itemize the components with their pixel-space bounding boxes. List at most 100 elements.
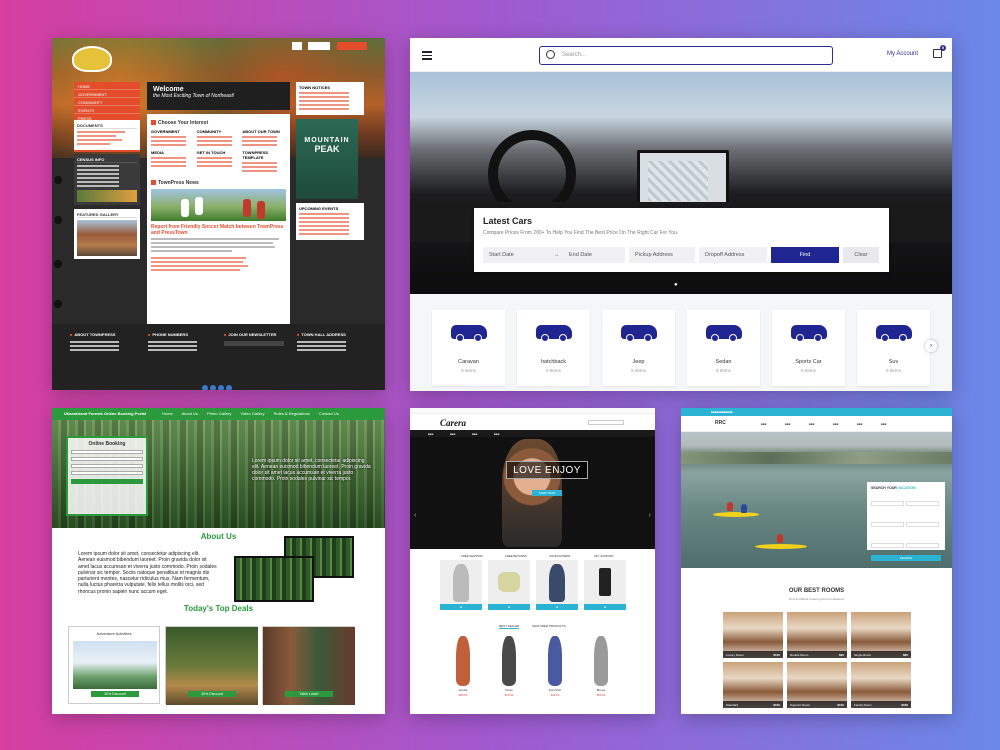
interest-column-title[interactable]: TOWNPRESS TEMPLATE bbox=[242, 150, 286, 160]
interest-column-title[interactable]: ABOUT OUR TOWN bbox=[242, 129, 286, 134]
car-rental-card[interactable]: Search... My Account 0 Latest Cars Compa… bbox=[410, 38, 952, 391]
submit-button[interactable] bbox=[71, 479, 143, 484]
hotel-booking-card[interactable]: ■■■■■■■■■■■■ RRC ■■■ ■■■ ■■■ ■■■ ■■■ ■■■… bbox=[681, 408, 952, 714]
news-title[interactable]: Report from Friendly Soccer Match betwee… bbox=[151, 224, 286, 236]
deal-button[interactable]: Table Lunch bbox=[285, 691, 333, 697]
clear-button[interactable]: Clear bbox=[843, 247, 879, 263]
search-input[interactable] bbox=[588, 420, 624, 425]
forest-booking-card[interactable]: Uttarakhand Forests Online Booking Porta… bbox=[52, 408, 385, 714]
home-icon[interactable] bbox=[54, 260, 62, 268]
product-tile[interactable]: ■ bbox=[536, 560, 578, 610]
dropoff-address-select[interactable]: Dropoff Address bbox=[699, 247, 767, 263]
children-select[interactable] bbox=[906, 522, 939, 527]
room-card[interactable]: Double Room $90 bbox=[787, 612, 847, 658]
nav-item[interactable]: ■■■ bbox=[761, 422, 766, 426]
nav-item[interactable]: HOME bbox=[74, 82, 140, 90]
search-box[interactable]: Search... bbox=[539, 46, 833, 65]
search-button[interactable]: SEARCH bbox=[871, 555, 941, 561]
chevron-left-icon[interactable]: ‹ bbox=[414, 512, 416, 519]
deal-button[interactable]: 30% Discount bbox=[91, 691, 139, 697]
category-card[interactable]: Caravan 5 Items bbox=[432, 310, 505, 386]
nav-link[interactable]: Photo Gallery bbox=[207, 411, 231, 416]
nav-item[interactable]: ■■■ bbox=[881, 422, 886, 426]
tab-featured[interactable]: FEATURED PRODUCTS bbox=[532, 624, 566, 628]
tab-best-seller[interactable]: BEST SELLER bbox=[499, 624, 520, 629]
home-icon[interactable] bbox=[54, 300, 62, 308]
nav-item[interactable]: ■■■ bbox=[494, 432, 499, 436]
instagram-icon[interactable] bbox=[226, 385, 232, 390]
product-card[interactable]: Dress $79.00 bbox=[490, 636, 528, 698]
hotel-logo[interactable]: RRC bbox=[715, 420, 726, 426]
nav-item[interactable]: ■■■ bbox=[857, 422, 862, 426]
interest-column-title[interactable]: GET IN TOUCH bbox=[197, 150, 241, 155]
home-icon[interactable] bbox=[54, 216, 62, 224]
facebook-icon[interactable] bbox=[202, 385, 208, 390]
forest-brand[interactable]: Uttarakhand Forests Online Booking Porta… bbox=[64, 411, 146, 416]
search-input[interactable] bbox=[336, 42, 367, 50]
deal-card[interactable]: Adventure Activities 30% Discount bbox=[68, 626, 160, 704]
shop-now-button[interactable]: SHOP NOW bbox=[532, 490, 562, 496]
home-icon[interactable] bbox=[54, 176, 62, 184]
search-icon[interactable] bbox=[292, 42, 302, 50]
category-card[interactable]: Jeep 5 Items bbox=[602, 310, 675, 386]
nav-link[interactable]: Contact Us bbox=[319, 411, 339, 416]
chevron-right-icon[interactable]: › bbox=[649, 512, 651, 519]
nav-link[interactable]: About Us bbox=[182, 411, 198, 416]
category-card[interactable]: Sedan 5 Items bbox=[687, 310, 760, 386]
carera-shop-card[interactable]: Carera ■■■ ■■■ ■■■ ■■■ ‹ › LOVE ENJOY SH… bbox=[410, 408, 655, 714]
checkout-field[interactable] bbox=[906, 501, 939, 506]
adults-select[interactable] bbox=[871, 522, 904, 527]
start-date-field[interactable]: Start Date bbox=[483, 247, 551, 263]
room-card[interactable]: Standard $100 bbox=[723, 662, 783, 708]
product-card[interactable]: Polo Shirt $49.00 bbox=[536, 636, 574, 698]
forest-photo[interactable] bbox=[234, 556, 314, 602]
newsletter-input[interactable] bbox=[224, 341, 284, 346]
end-date-field[interactable]: End Date bbox=[563, 247, 625, 263]
nav-item[interactable]: ■■■ bbox=[785, 422, 790, 426]
rooms-select[interactable] bbox=[871, 543, 904, 548]
google-icon[interactable] bbox=[218, 385, 224, 390]
checkin-field[interactable] bbox=[871, 501, 904, 506]
room-card[interactable]: Superior Room $150 bbox=[787, 662, 847, 708]
room-card[interactable]: Luxury Room $120 bbox=[723, 612, 783, 658]
carousel-dots[interactable]: ● bbox=[674, 282, 678, 288]
my-account-link[interactable]: My Account bbox=[887, 51, 918, 57]
nav-item[interactable]: ■■■ bbox=[428, 432, 433, 436]
type-select[interactable] bbox=[906, 543, 939, 548]
nav-link[interactable]: Home bbox=[162, 411, 173, 416]
product-card[interactable]: Blouse $59.00 bbox=[582, 636, 620, 698]
product-card[interactable]: Hoodie $69.00 bbox=[444, 636, 482, 698]
twitter-icon[interactable] bbox=[210, 385, 216, 390]
nav-link[interactable]: Rules & Regulations bbox=[274, 411, 310, 416]
interest-column-title[interactable]: MEDIA bbox=[151, 150, 195, 155]
product-tile[interactable]: ■ bbox=[440, 560, 482, 610]
search-input[interactable]: Search... bbox=[562, 52, 586, 58]
chevron-right-icon[interactable]: › bbox=[925, 340, 937, 352]
deal-button[interactable]: 30% Discount bbox=[188, 691, 236, 697]
nav-item[interactable]: ■■■ bbox=[472, 432, 477, 436]
category-card[interactable]: hatchback 5 Items bbox=[517, 310, 590, 386]
category-card[interactable]: Suv 5 Items bbox=[857, 310, 930, 386]
carera-logo[interactable]: Carera bbox=[440, 418, 466, 428]
select-field[interactable] bbox=[71, 471, 143, 475]
date-field[interactable] bbox=[71, 457, 143, 461]
deal-card[interactable]: 30% Discount bbox=[165, 626, 258, 705]
product-tile[interactable]: ■ bbox=[488, 560, 530, 610]
room-card[interactable]: Family Room $180 bbox=[851, 662, 911, 708]
townpress-card[interactable]: HOME GOVERNMENT COMMUNITY EVENTS PRESS W… bbox=[52, 38, 385, 390]
nav-item[interactable]: GOVERNMENT bbox=[74, 90, 140, 98]
category-card[interactable]: Sports Car 5 Items bbox=[772, 310, 845, 386]
nav-item[interactable]: COMMUNITY bbox=[74, 98, 140, 106]
find-button[interactable]: Find bbox=[771, 247, 839, 263]
deal-card[interactable]: Table Lunch bbox=[262, 626, 355, 705]
interest-column-title[interactable]: COMMUNITY bbox=[197, 129, 241, 134]
select-field[interactable] bbox=[71, 464, 143, 468]
news-image[interactable] bbox=[151, 189, 286, 221]
nav-item[interactable]: EVENTS bbox=[74, 106, 140, 114]
menu-icon[interactable] bbox=[422, 51, 432, 62]
product-tile[interactable]: ■ bbox=[584, 560, 626, 610]
gallery-image[interactable] bbox=[77, 220, 137, 256]
nav-item[interactable]: ■■■ bbox=[809, 422, 814, 426]
nav-link[interactable]: Video Gallery bbox=[241, 411, 265, 416]
date-field[interactable] bbox=[71, 450, 143, 454]
